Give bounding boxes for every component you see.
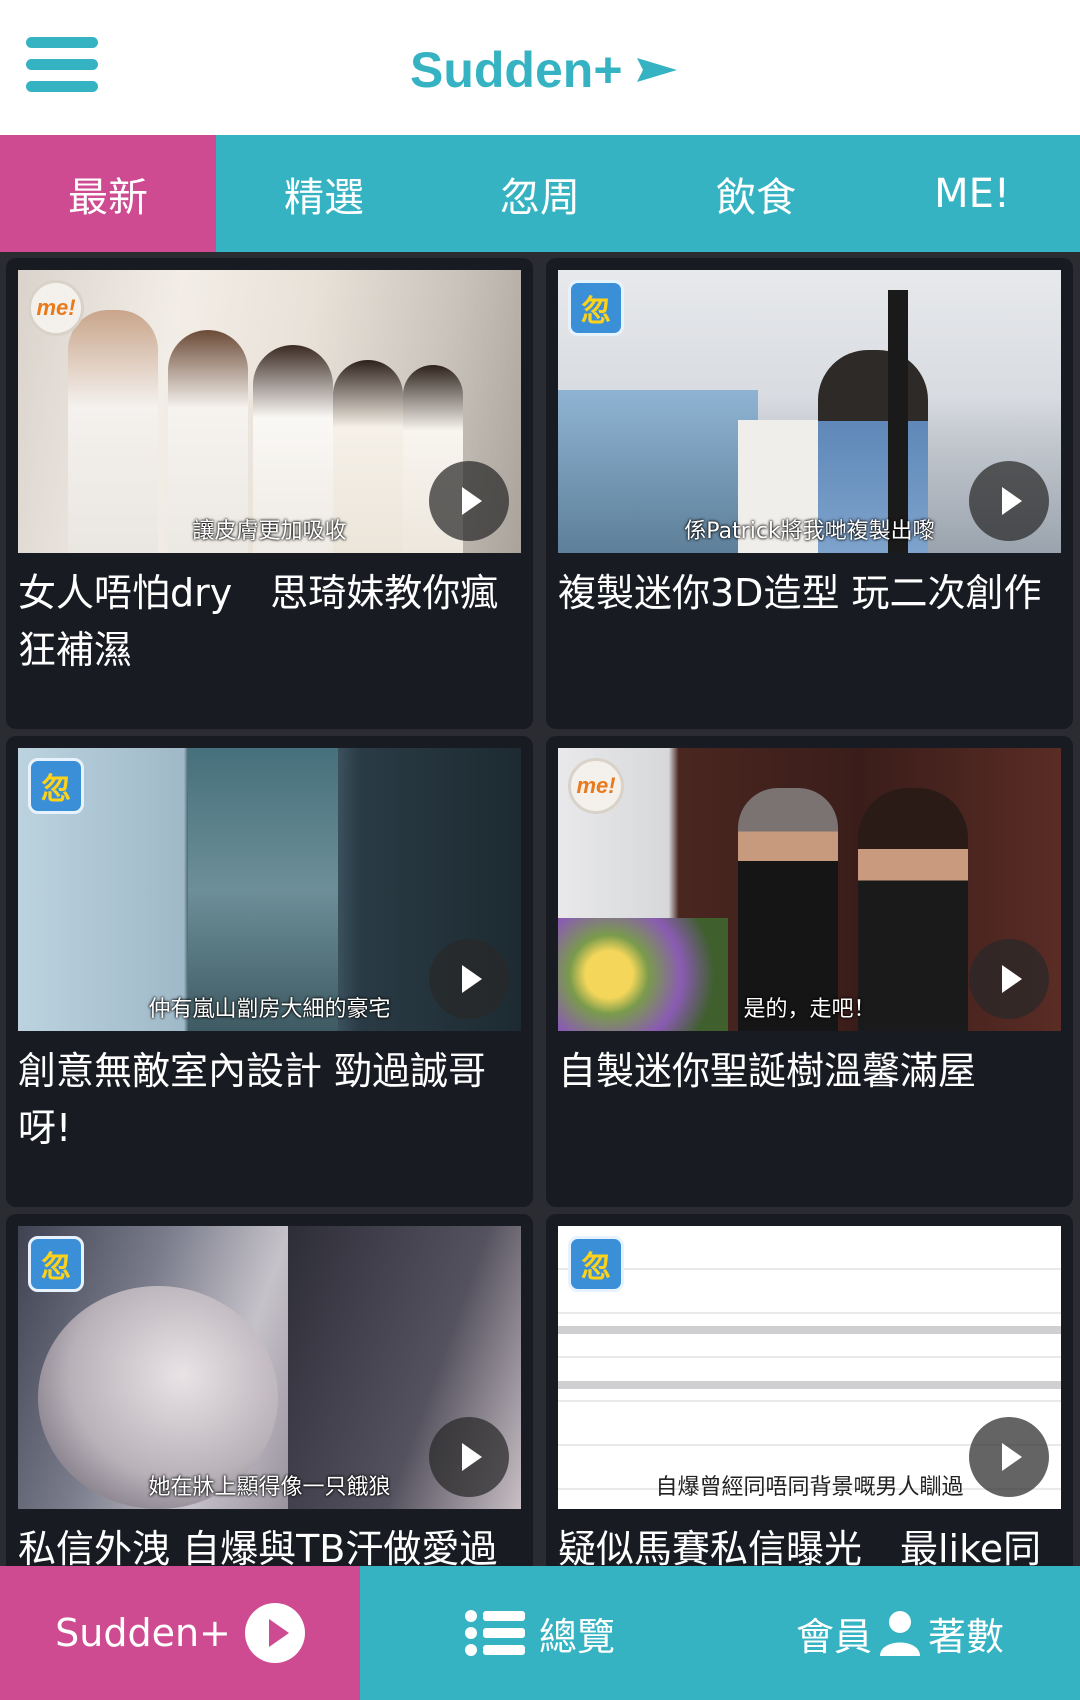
video-thumbnail[interactable]: 忽 仲有嵐山劏房大細的豪宅 [18,748,521,1031]
video-card[interactable]: me! 是的，走吧！ 自製迷你聖誕樹溫馨滿屋 [546,736,1073,1207]
video-card[interactable]: me! 讓皮膚更加吸收 女人唔怕dry 思琦妹教你瘋狂補濕 [6,258,533,729]
nav-offers-label: 著數 [928,1614,1005,1659]
video-thumbnail[interactable]: me! 是的，走吧！ [558,748,1061,1031]
nav-sudden-label: Sudden+ [55,1611,231,1655]
nav-browse-button[interactable]: 總覽 [360,1566,720,1700]
video-title[interactable]: 複製迷你3D造型 玩二次創作 [558,565,1058,622]
play-icon[interactable] [429,461,509,541]
list-icon [464,1610,525,1656]
play-icon[interactable] [429,1417,509,1497]
brand-title: Sudden+ [410,42,623,98]
tab-weekly[interactable]: 忽周 [432,135,648,252]
play-icon[interactable] [969,1417,1049,1497]
brand-logo[interactable]: Sudden+ [410,40,677,100]
app-header: Sudden+ [0,0,1080,135]
play-circle-icon [244,1603,305,1663]
video-feed[interactable]: me! 讓皮膚更加吸收 女人唔怕dry 思琦妹教你瘋狂補濕 忽 係Patrick… [0,252,1080,1566]
play-icon[interactable] [969,461,1049,541]
play-icon[interactable] [969,939,1049,1019]
channel-logo: 忽 [568,1236,624,1292]
user-icon [880,1611,920,1656]
video-thumbnail[interactable]: 忽 自爆曾經同唔同背景嘅男人瞓過 [558,1226,1061,1509]
tab-me[interactable]: ME! [864,135,1080,252]
video-title[interactable]: 疑似馬賽私信曝光 最like同 [558,1521,1058,1566]
hamburger-menu-icon[interactable] [26,34,98,96]
bottom-navigation: Sudden+ 總覽 會員 著數 [0,1566,1080,1700]
channel-logo: 忽 [28,1236,84,1292]
video-title[interactable]: 私信外洩 自爆與TB汗做愛過 [18,1521,518,1566]
arrow-right-icon [636,58,677,82]
channel-logo: 忽 [28,758,84,814]
channel-logo: 忽 [568,280,624,336]
nav-sudden-button[interactable]: Sudden+ [0,1566,360,1700]
nav-member-label: 會員 [795,1614,872,1659]
video-card[interactable]: 忽 仲有嵐山劏房大細的豪宅 創意無敵室內設計 勁過誠哥呀! [6,736,533,1207]
channel-logo: me! [28,280,84,336]
video-card[interactable]: 忽 自爆曾經同唔同背景嘅男人瞓過 疑似馬賽私信曝光 最like同 [546,1214,1073,1566]
video-thumbnail[interactable]: me! 讓皮膚更加吸收 [18,270,521,553]
tab-food[interactable]: 飲食 [648,135,864,252]
tab-featured[interactable]: 精選 [216,135,432,252]
nav-member-button[interactable]: 會員 著數 [720,1566,1080,1700]
channel-logo: me! [568,758,624,814]
video-thumbnail[interactable]: 忽 她在牀上顯得像一只餓狼 [18,1226,521,1509]
video-title[interactable]: 女人唔怕dry 思琦妹教你瘋狂補濕 [18,565,518,679]
video-card[interactable]: 忽 她在牀上顯得像一只餓狼 私信外洩 自爆與TB汗做愛過 [6,1214,533,1566]
tab-latest[interactable]: 最新 [0,135,216,252]
nav-browse-label: 總覽 [538,1614,615,1659]
category-tabs: 最新 精選 忽周 飲食 ME! [0,135,1080,252]
video-title[interactable]: 自製迷你聖誕樹溫馨滿屋 [558,1043,1058,1100]
video-title[interactable]: 創意無敵室內設計 勁過誠哥呀! [18,1043,518,1157]
play-icon[interactable] [429,939,509,1019]
video-thumbnail[interactable]: 忽 係Patrick將我哋複製出嚟 [558,270,1061,553]
video-card[interactable]: 忽 係Patrick將我哋複製出嚟 複製迷你3D造型 玩二次創作 [546,258,1073,729]
